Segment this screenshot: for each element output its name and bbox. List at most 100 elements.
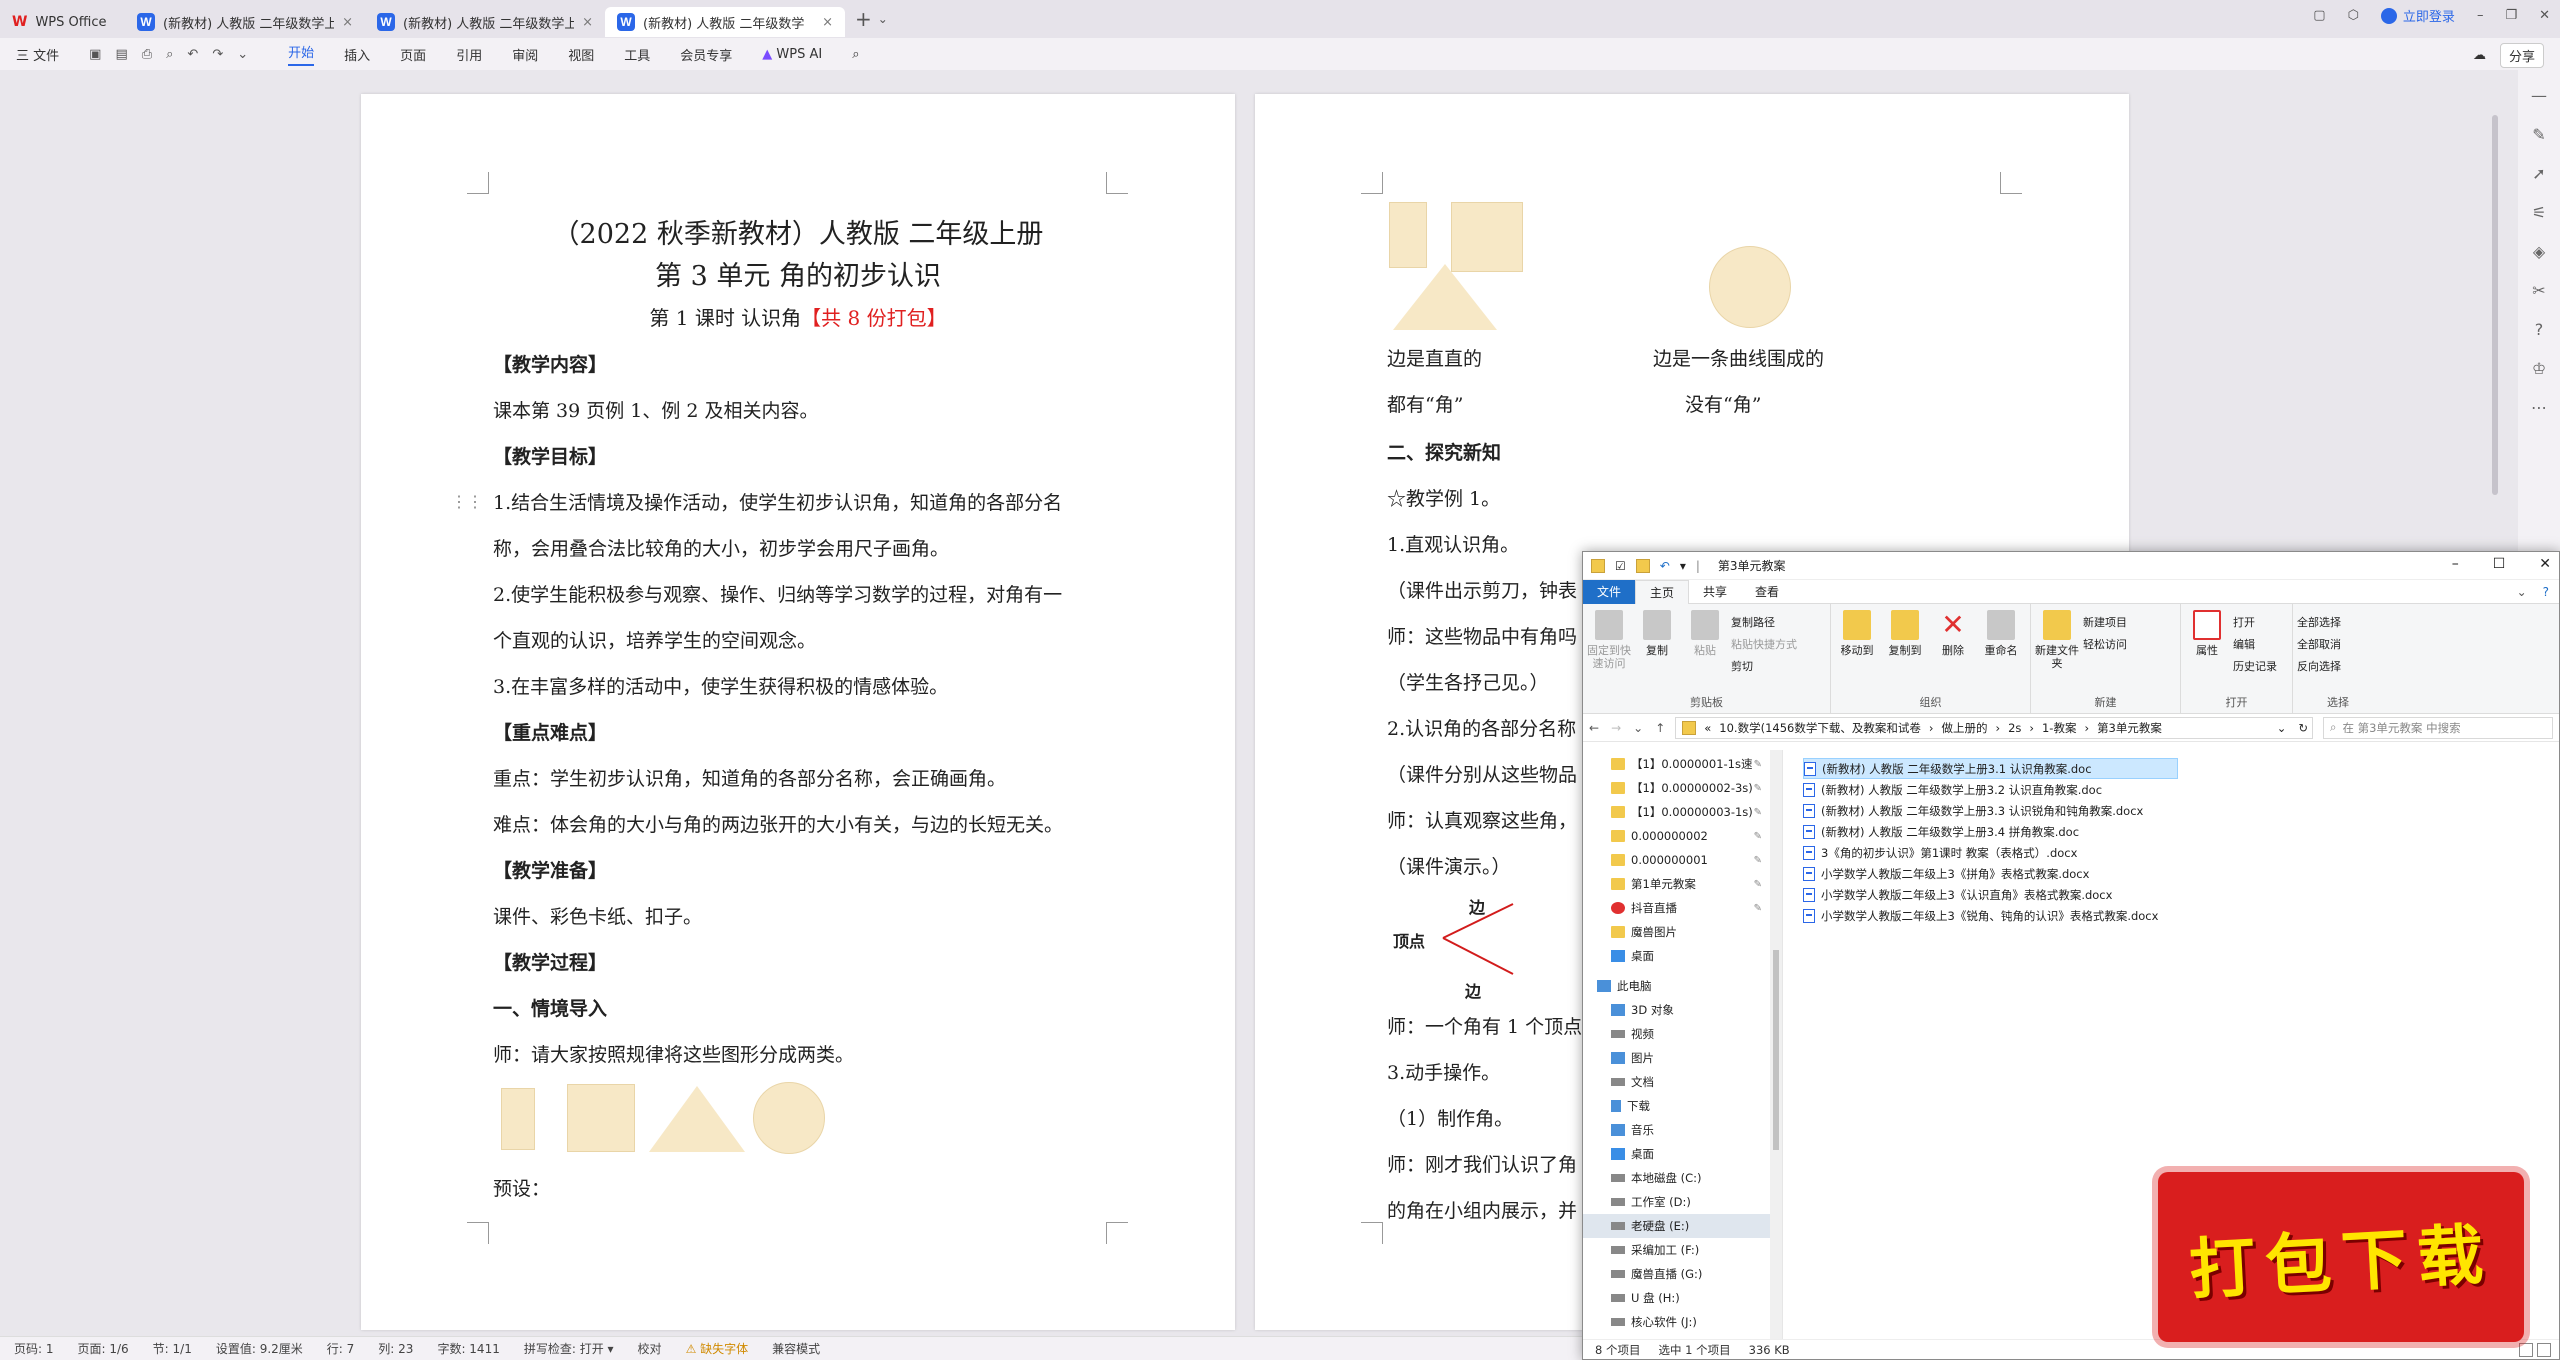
nav-item[interactable]: 音乐 xyxy=(1583,1118,1782,1142)
close-icon[interactable]: × xyxy=(822,15,833,30)
help-icon[interactable]: ? xyxy=(2543,585,2549,599)
share-button[interactable]: 分享 xyxy=(2499,43,2544,68)
skin-icon[interactable]: ⬡ xyxy=(2348,8,2359,23)
nav-item[interactable]: 图片 xyxy=(1583,1046,1782,1070)
breadcrumb-2[interactable]: 做上册的 xyxy=(1941,720,1987,736)
status-spellcheck[interactable]: 拼写检查: 打开 ▾ xyxy=(524,1340,614,1357)
edit-button[interactable]: 编辑 xyxy=(2233,636,2277,652)
file-item[interactable]: 小学数学人教版二年级上3《认识直角》表格式教案.docx xyxy=(1803,884,2559,905)
new-folder-quick-icon[interactable] xyxy=(1635,558,1650,573)
file-item[interactable]: 小学数学人教版二年级上3《锐角、钝角的认识》表格式教案.docx xyxy=(1803,905,2559,926)
nav-item[interactable]: 下载 xyxy=(1583,1094,1782,1118)
select-none-button[interactable]: 全部取消 xyxy=(2297,636,2341,652)
status-proof[interactable]: 校对 xyxy=(638,1340,662,1357)
window-layout-icon[interactable]: ▢ xyxy=(2313,8,2325,23)
address-bar[interactable]: « 10.数学(1456数学下载、及教案和试卷 › 做上册的 › 2s › 1-教案 ›… xyxy=(1675,716,2313,739)
login-button[interactable]: 立即登录 xyxy=(2380,6,2455,25)
ribbon-tab-view[interactable]: 查看 xyxy=(1741,580,1793,604)
minimize-icon[interactable]: – xyxy=(2452,556,2459,572)
more-icon[interactable]: ⋯ xyxy=(2531,398,2547,417)
close-icon[interactable]: × xyxy=(582,15,593,30)
menu-tools[interactable]: 工具 xyxy=(624,45,650,64)
nav-item[interactable]: 0.000000001 ✎ xyxy=(1583,848,1782,872)
close-icon[interactable]: × xyxy=(342,15,353,30)
redo-icon[interactable]: ↷ xyxy=(212,47,223,62)
search-input[interactable]: ⌕ 在 第3单元教案 中搜索 xyxy=(2323,716,2553,739)
nav-item[interactable]: 0.000000002 ✎ xyxy=(1583,824,1782,848)
tab-document-1[interactable]: W (新教材) 人教版 二年级数学上册 × xyxy=(125,7,365,37)
easy-access-button[interactable]: 轻松访问 xyxy=(2083,636,2127,652)
select-all-button[interactable]: 全部选择 xyxy=(2297,614,2341,630)
ribbon-collapse-icon[interactable]: ⌄ xyxy=(2517,585,2527,599)
export-pdf-icon[interactable]: ▤ xyxy=(115,47,127,62)
nav-item[interactable]: 【1】0.00000002-3s) ✎ xyxy=(1583,776,1782,800)
nav-item[interactable]: 【1】0.0000001-1s速 ✎ xyxy=(1583,752,1782,776)
undo-icon[interactable]: ↶ xyxy=(187,47,198,62)
nav-item[interactable]: 3D 对象 xyxy=(1583,998,1782,1022)
ribbon-tab-home[interactable]: 主页 xyxy=(1635,579,1690,604)
tab-document-3[interactable]: W (新教材) 人教版 二年级数学 × xyxy=(605,7,845,37)
invert-selection-button[interactable]: 反向选择 xyxy=(2297,658,2341,674)
nav-item[interactable]: 文档 xyxy=(1583,1070,1782,1094)
wps-ai-button[interactable]: ▲ WPS AI xyxy=(762,47,822,62)
document-page-1[interactable]: （2022 秋季新教材）人教版 二年级上册 第 3 单元 角的初步认识 第 1 … xyxy=(361,94,1235,1330)
scrollbar-thumb[interactable] xyxy=(2492,115,2498,495)
status-pages[interactable]: 页面: 1/6 xyxy=(78,1340,129,1357)
ribbon-tab-file[interactable]: 文件 xyxy=(1583,579,1636,604)
file-item[interactable]: (新教材) 人教版 二年级数学上册3.3 认识锐角和钝角教案.docx xyxy=(1803,800,2559,821)
tools-icon[interactable]: ✂ xyxy=(2532,281,2545,300)
status-words[interactable]: 字数: 1411 xyxy=(437,1340,499,1357)
back-icon[interactable]: ← xyxy=(1589,721,1599,735)
nav-item[interactable]: 魔兽图片 xyxy=(1583,920,1782,944)
chevron-down-icon[interactable]: ▾ xyxy=(1680,559,1686,573)
adjust-icon[interactable]: ⚟ xyxy=(2532,203,2546,222)
cut-button[interactable]: 剪切 xyxy=(1731,658,1797,674)
tab-document-2[interactable]: W (新教材) 人教版 二年级数学上册 × xyxy=(365,7,605,37)
open-button[interactable]: 打开 xyxy=(2233,614,2277,630)
nav-item[interactable]: 桌面 xyxy=(1583,944,1782,968)
shirt-icon[interactable]: ♔ xyxy=(2532,359,2546,378)
file-item[interactable]: (新教材) 人教版 二年级数学上册3.2 认识直角教案.doc xyxy=(1803,779,2559,800)
undo-icon[interactable]: ↶ xyxy=(1660,559,1670,573)
style-icon[interactable]: ◈ xyxy=(2533,242,2545,261)
print-icon[interactable]: ⎙ xyxy=(142,47,152,62)
menu-file[interactable]: 三 文件 xyxy=(16,45,59,64)
copy-path-button[interactable]: 复制路径 xyxy=(1731,614,1797,630)
breadcrumb-0[interactable]: « xyxy=(1704,721,1711,735)
up-icon[interactable]: ↑ xyxy=(1655,721,1665,735)
breadcrumb-1[interactable]: 10.数学(1456数学下载、及教案和试卷 xyxy=(1719,720,1921,736)
file-item[interactable]: 小学数学人教版二年级上3《拼角》表格式教案.docx xyxy=(1803,863,2559,884)
breadcrumb-3[interactable]: 2s xyxy=(2008,721,2021,735)
nav-item[interactable]: 视频 xyxy=(1583,1022,1782,1046)
collapse-icon[interactable]: — xyxy=(2531,86,2547,105)
chevron-down-icon[interactable]: ⌄ xyxy=(2277,721,2287,735)
nav-item[interactable]: 抖音直播 ✎ xyxy=(1583,896,1782,920)
close-window-icon[interactable]: ✕ xyxy=(2539,556,2551,572)
chevron-down-icon[interactable]: ⌄ xyxy=(1633,721,1643,735)
print-preview-icon[interactable]: ⌕ xyxy=(166,47,173,62)
new-tab-plus-icon[interactable]: + xyxy=(855,7,872,31)
file-item[interactable]: (新教材) 人教版 二年级数学上册3.4 拼角教案.doc xyxy=(1803,821,2559,842)
maximize-icon[interactable]: ☐ xyxy=(2493,556,2506,572)
nav-item[interactable]: 采编加工 (F:) xyxy=(1583,1238,1782,1262)
large-icons-view-icon[interactable] xyxy=(2537,1342,2551,1357)
save-icon[interactable]: ▣ xyxy=(89,47,101,62)
properties-quick-icon[interactable]: ☑ xyxy=(1615,559,1626,573)
menu-review[interactable]: 审阅 xyxy=(512,45,538,64)
pen-icon[interactable]: ✎ xyxy=(2532,125,2545,144)
chevron-down-icon[interactable]: ⌄ xyxy=(237,47,248,62)
chevron-down-icon[interactable]: ⌄ xyxy=(878,12,888,26)
ribbon-tab-share[interactable]: 共享 xyxy=(1689,580,1741,604)
nav-item[interactable]: 桌面 xyxy=(1583,1142,1782,1166)
new-item-button[interactable]: 新建项目 xyxy=(2083,614,2127,630)
nav-item[interactable]: 魔兽直播 (G:) xyxy=(1583,1262,1782,1286)
details-view-icon[interactable] xyxy=(2519,1342,2533,1357)
restore-icon[interactable]: ❐ xyxy=(2505,8,2517,23)
nav-scrollbar[interactable] xyxy=(1770,750,1782,1339)
refresh-icon[interactable]: ↻ xyxy=(2298,721,2308,735)
nav-item[interactable]: 第1单元教案 ✎ xyxy=(1583,872,1782,896)
close-window-icon[interactable]: ✕ xyxy=(2539,8,2550,23)
minimize-icon[interactable]: – xyxy=(2477,8,2484,23)
nav-item[interactable]: 核心软件 (J:) xyxy=(1583,1310,1782,1334)
menu-member[interactable]: 会员专享 xyxy=(680,45,732,64)
